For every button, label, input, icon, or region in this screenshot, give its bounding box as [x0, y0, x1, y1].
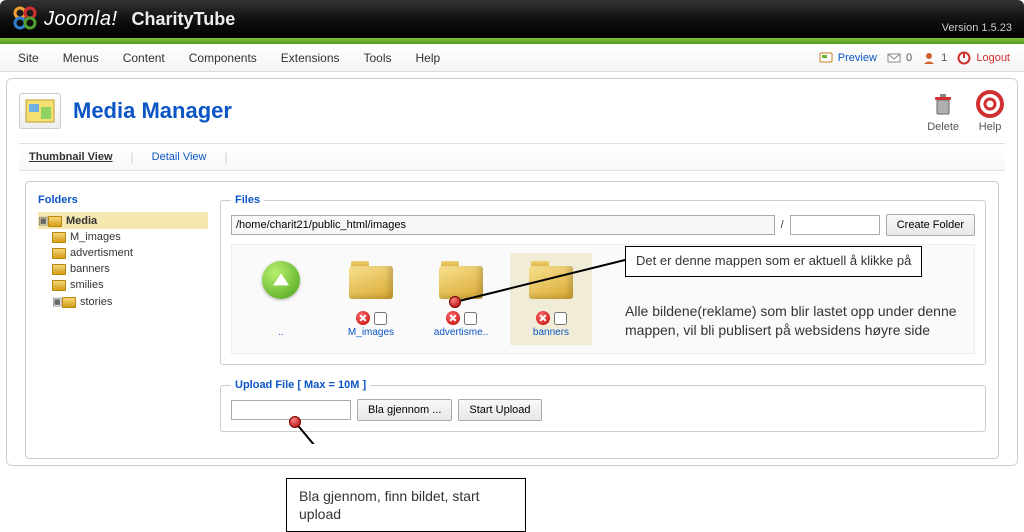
media-manager-icon	[19, 93, 61, 129]
mail-icon	[887, 51, 901, 65]
new-folder-input[interactable]	[790, 215, 880, 235]
page-title: Media Manager	[73, 98, 232, 124]
menu-help[interactable]: Help	[404, 44, 453, 72]
logout-link[interactable]: Logout	[957, 51, 1010, 65]
annotation-dot	[449, 296, 461, 308]
site-name: CharityTube	[132, 9, 236, 30]
tree-root-media[interactable]: ▣Media	[38, 212, 208, 229]
tree-item[interactable]: ▣stories	[52, 293, 208, 310]
folder-tree: ▣Media M_images advertisment banners smi…	[38, 212, 208, 310]
help-icon	[975, 89, 1005, 119]
folder-up[interactable]: ..	[240, 253, 322, 345]
preview-icon	[819, 51, 833, 65]
folder-item[interactable]: M_images	[330, 253, 412, 345]
path-input[interactable]	[231, 215, 775, 235]
create-folder-button[interactable]: Create Folder	[886, 214, 975, 236]
annotation-dot	[289, 416, 301, 428]
folder-icon	[349, 261, 393, 299]
joomla-logo-icon	[12, 5, 44, 34]
delete-button[interactable]: Delete	[927, 89, 959, 133]
delete-icon[interactable]	[356, 311, 370, 325]
delete-icon[interactable]	[536, 311, 550, 325]
trash-icon	[928, 89, 958, 119]
user-icon	[922, 51, 936, 65]
tab-detail-view[interactable]: Detail View	[152, 151, 207, 163]
files-legend: Files	[231, 194, 264, 206]
menu-components[interactable]: Components	[177, 44, 269, 72]
annotation-callout-2: Bla gjennom, finn bildet, start upload	[286, 478, 526, 532]
select-checkbox[interactable]	[464, 312, 477, 325]
help-button[interactable]: Help	[975, 89, 1005, 133]
messages-count[interactable]: 0	[887, 51, 912, 65]
version-label: Version 1.5.23	[942, 22, 1012, 34]
preview-link[interactable]: Preview	[819, 51, 877, 65]
folders-label: Folders	[38, 194, 208, 206]
menu-site[interactable]: Site	[6, 44, 51, 72]
tree-item[interactable]: smilies	[52, 277, 208, 293]
brand-name: Joomla!	[44, 8, 118, 31]
annotation-callout-1b: Alle bildene(reklame) som blir lastet op…	[625, 302, 986, 340]
menu-tools[interactable]: Tools	[352, 44, 404, 72]
up-arrow-icon	[262, 261, 300, 299]
annotation-callout-1a: Det er denne mappen som er aktuell å kli…	[625, 246, 922, 277]
folder-item[interactable]: banners	[510, 253, 592, 345]
folder-icon	[529, 261, 573, 299]
main-menu: Site Menus Content Components Extensions…	[0, 44, 1024, 72]
content-area: Folders ▣Media M_images advertisment ban…	[25, 181, 999, 459]
users-count[interactable]: 1	[922, 51, 947, 65]
menu-extensions[interactable]: Extensions	[269, 44, 352, 72]
page-card: Media Manager Delete Help Thumbnail View	[6, 78, 1018, 466]
app-header: Joomla! CharityTube Version 1.5.23	[0, 0, 1024, 38]
upload-panel: Upload File [ Max = 10M ] Bla gjennom ..…	[220, 379, 986, 432]
upload-legend: Upload File [ Max = 10M ]	[231, 379, 370, 391]
select-checkbox[interactable]	[554, 312, 567, 325]
browse-button[interactable]: Bla gjennom ...	[357, 399, 452, 421]
delete-icon[interactable]	[446, 311, 460, 325]
menu-content[interactable]: Content	[111, 44, 177, 72]
tree-item[interactable]: banners	[52, 261, 208, 277]
menu-menus[interactable]: Menus	[51, 44, 111, 72]
select-checkbox[interactable]	[374, 312, 387, 325]
start-upload-button[interactable]: Start Upload	[458, 399, 541, 421]
tab-thumbnail-view[interactable]: Thumbnail View	[29, 151, 113, 163]
logout-icon	[957, 51, 971, 65]
tree-item[interactable]: M_images	[52, 229, 208, 245]
folder-item[interactable]: advertisme..	[420, 253, 502, 345]
folder-icon	[439, 261, 483, 299]
tree-item[interactable]: advertisment	[52, 245, 208, 261]
view-tabs: Thumbnail View | Detail View |	[19, 143, 1005, 171]
